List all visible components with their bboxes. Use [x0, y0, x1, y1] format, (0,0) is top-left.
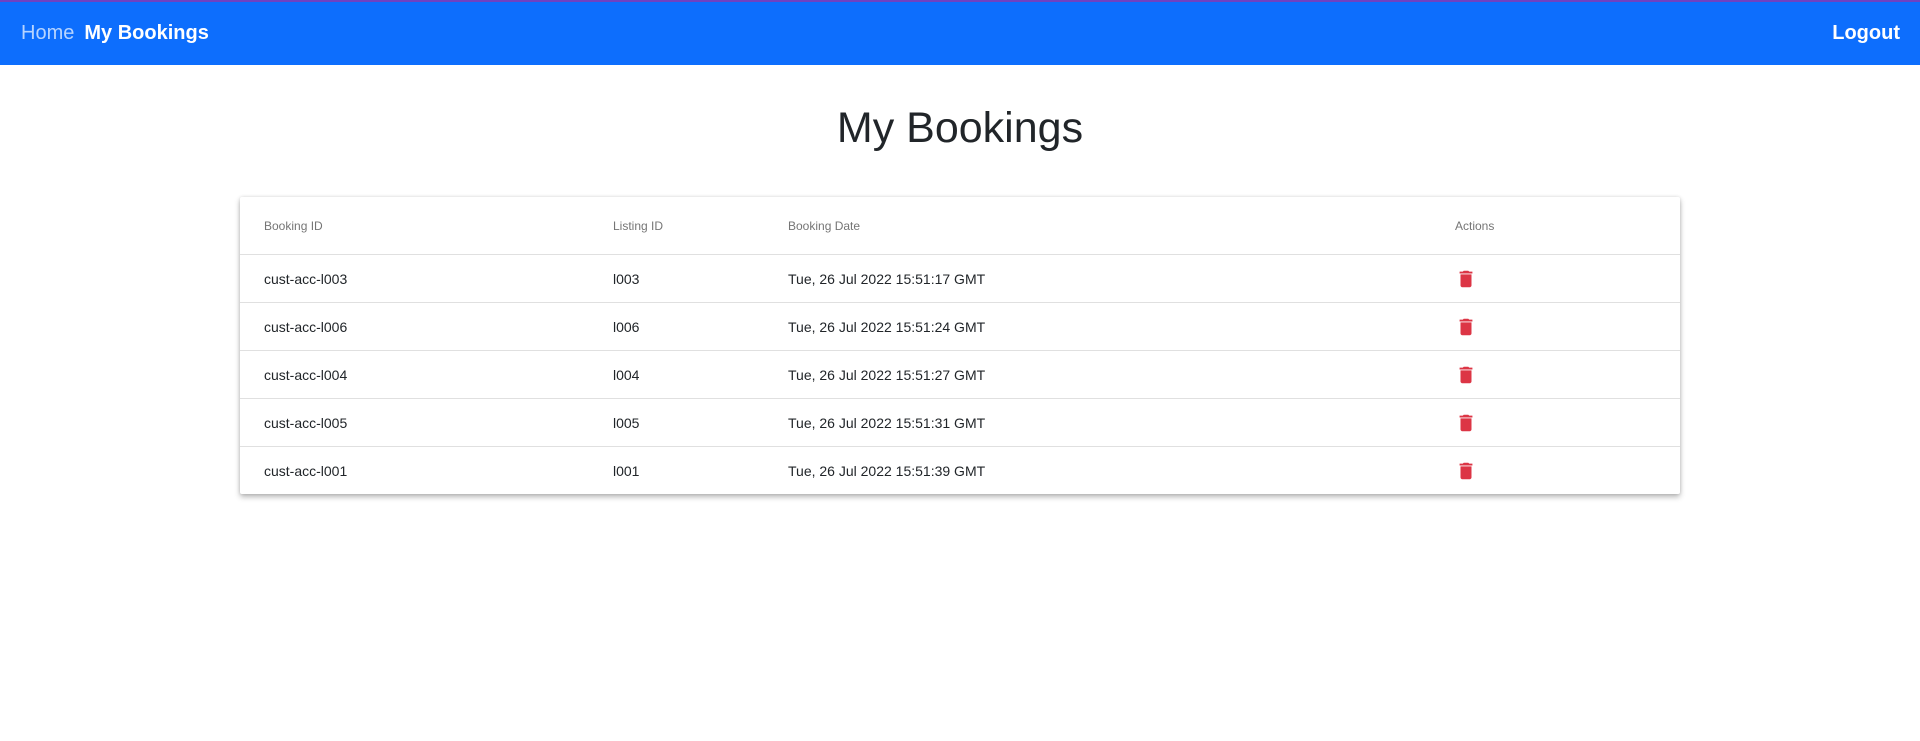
header-actions: Actions: [1455, 197, 1680, 255]
trash-icon[interactable]: [1455, 412, 1477, 434]
bookings-table: Booking ID Listing ID Booking Date Actio…: [240, 197, 1680, 494]
booking-id-cell: cust-acc-l005: [240, 398, 613, 447]
trash-icon[interactable]: [1455, 316, 1477, 338]
booking-date-cell: Tue, 26 Jul 2022 15:51:24 GMT: [788, 302, 1455, 351]
listing-id-cell: l003: [613, 254, 788, 303]
header-booking-date: Booking Date: [788, 197, 1455, 255]
booking-id-cell: cust-acc-l003: [240, 254, 613, 303]
trash-icon[interactable]: [1455, 268, 1477, 290]
listing-id-cell: l004: [613, 350, 788, 399]
header-booking-id: Booking ID: [240, 197, 613, 255]
table-row: cust-acc-l003 l003 Tue, 26 Jul 2022 15:5…: [240, 254, 1680, 303]
table-header-row: Booking ID Listing ID Booking Date Actio…: [240, 197, 1680, 255]
trash-icon[interactable]: [1455, 460, 1477, 482]
listing-id-cell: l001: [613, 462, 640, 479]
listing-id-cell: l005: [613, 398, 788, 447]
listing-id-cell: l006: [613, 302, 788, 351]
table-row: cust-acc-l006 l006 Tue, 26 Jul 2022 15:5…: [240, 302, 1680, 351]
table-row: cust-acc-l004 l004 Tue, 26 Jul 2022 15:5…: [240, 350, 1680, 399]
header-listing-id: Listing ID: [613, 197, 788, 255]
actions-cell: [1455, 447, 1680, 495]
nav-links: Home My Bookings: [21, 22, 209, 45]
booking-id-cell: cust-acc-l001: [264, 462, 348, 479]
actions-cell: [1455, 254, 1680, 303]
actions-cell: [1455, 302, 1680, 351]
page-title: My Bookings: [836, 104, 1084, 152]
booking-id-cell: cust-acc-l004: [240, 350, 613, 399]
trash-icon[interactable]: [1455, 364, 1477, 386]
logout-link[interactable]: Logout: [1832, 22, 1900, 45]
booking-date-cell: Tue, 26 Jul 2022 15:51:17 GMT: [788, 254, 1455, 303]
booking-date-cell: Tue, 26 Jul 2022 15:51:27 GMT: [788, 350, 1455, 399]
actions-cell: [1455, 350, 1680, 399]
table-row: cust-acc-l001 l001 Tue, 26 Jul 2022 15:5…: [240, 447, 1680, 495]
booking-date-cell: Tue, 26 Jul 2022 15:51:39 GMT: [788, 462, 986, 479]
booking-date-cell: Tue, 26 Jul 2022 15:51:31 GMT: [788, 398, 1455, 447]
navbar: Home My Bookings Logout: [0, 0, 1920, 65]
nav-home-link[interactable]: Home: [21, 22, 74, 45]
actions-cell: [1455, 398, 1680, 447]
table-row: cust-acc-l005 l005 Tue, 26 Jul 2022 15:5…: [240, 398, 1680, 447]
nav-my-bookings-link[interactable]: My Bookings: [84, 22, 208, 45]
booking-id-cell: cust-acc-l006: [240, 302, 613, 351]
bookings-table-card: Booking ID Listing ID Booking Date Actio…: [240, 197, 1680, 494]
